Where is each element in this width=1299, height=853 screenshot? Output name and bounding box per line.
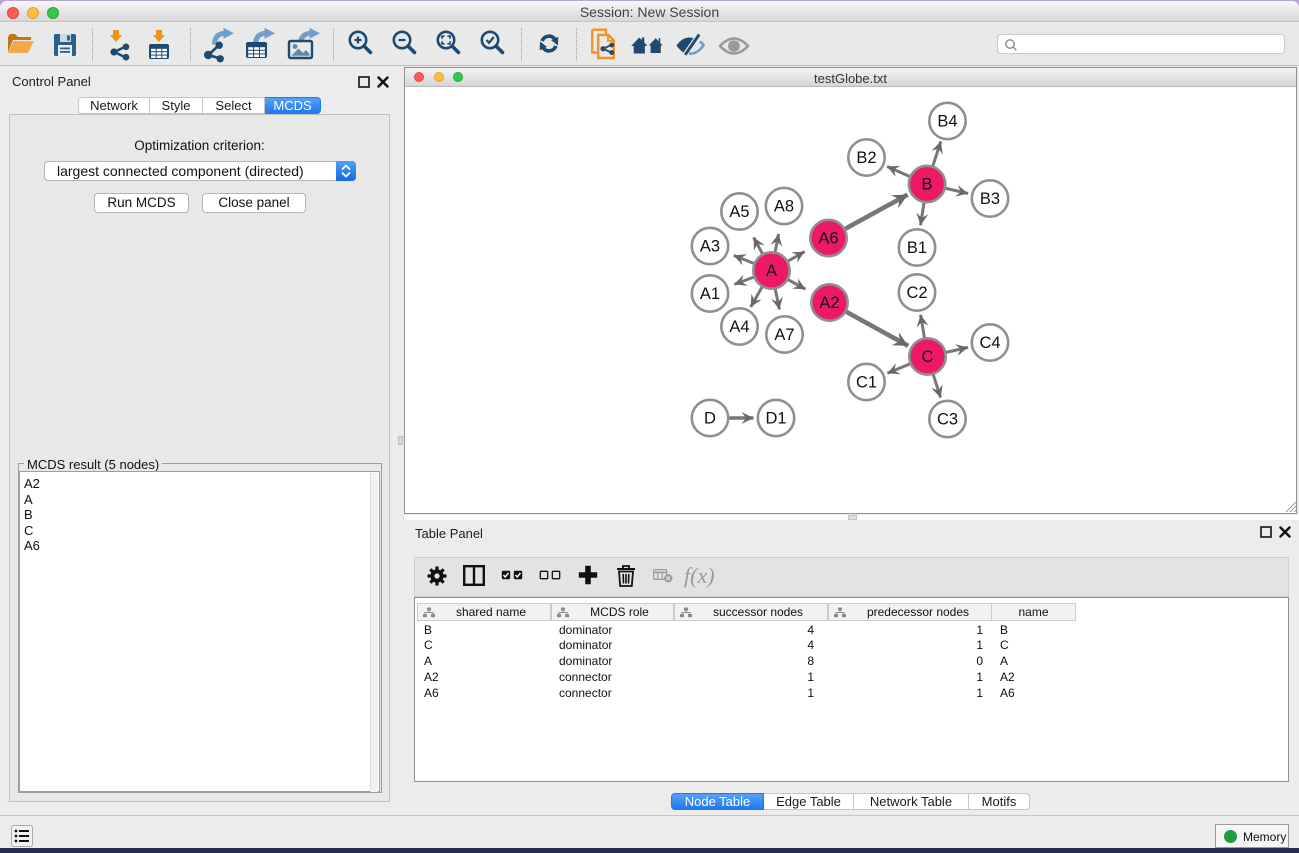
svg-text:A: A — [766, 262, 777, 280]
svg-text:D1: D1 — [765, 410, 786, 428]
svg-text:B3: B3 — [980, 190, 1000, 208]
svg-text:A5: A5 — [729, 203, 749, 221]
svg-text:B1: B1 — [907, 239, 927, 257]
svg-text:B: B — [921, 176, 932, 194]
svg-text:A4: A4 — [729, 318, 749, 336]
svg-text:C: C — [922, 348, 934, 366]
svg-text:C3: C3 — [937, 411, 958, 429]
svg-text:A3: A3 — [700, 238, 720, 256]
svg-text:C4: C4 — [979, 334, 1000, 352]
svg-text:A1: A1 — [700, 285, 720, 303]
svg-text:B4: B4 — [937, 113, 957, 131]
svg-text:A6: A6 — [818, 230, 838, 248]
svg-text:A7: A7 — [774, 326, 794, 344]
svg-text:A8: A8 — [774, 198, 794, 216]
svg-text:B2: B2 — [856, 149, 876, 167]
svg-text:C2: C2 — [906, 284, 927, 302]
svg-text:C1: C1 — [856, 374, 877, 392]
svg-text:A2: A2 — [819, 294, 839, 312]
svg-text:D: D — [704, 410, 716, 428]
